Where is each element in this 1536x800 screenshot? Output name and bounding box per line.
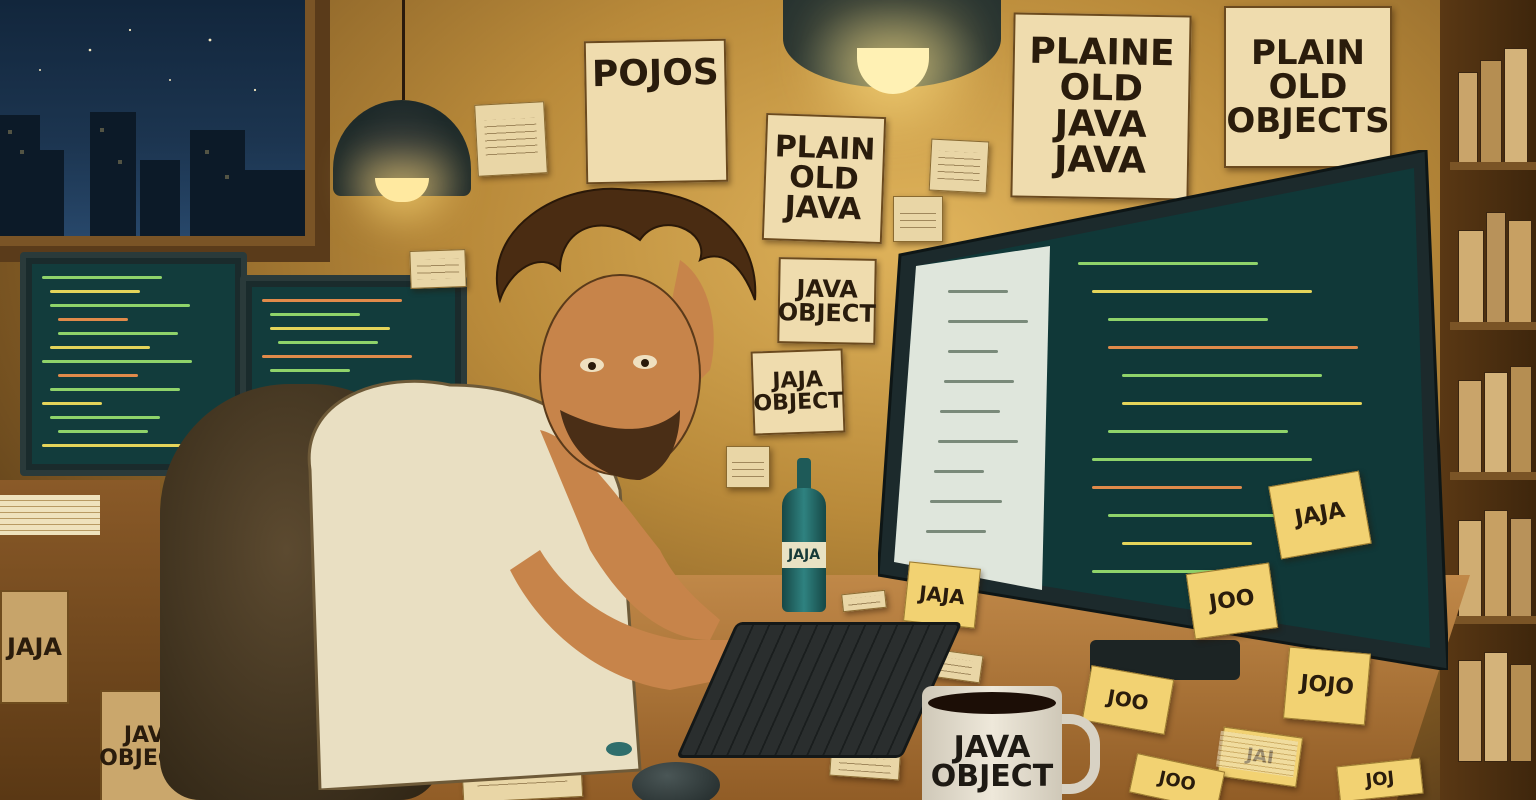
illustration-scene: JAJA JAVA OBJECTS POJOS PLAINE OLD JAVA … [0,0,1536,800]
cardboard-box-top: JAJA [0,590,69,704]
lamp-bulb-center [857,48,929,94]
bottle-cap [606,742,632,756]
wall-note-blank-1 [474,101,548,177]
coffee-mug: JAVA OBJECT [922,686,1100,800]
box-label-top: JAJA [6,633,62,661]
hanging-lamp-center [783,0,1001,94]
bookshelf [1440,0,1536,800]
sticky-note-jaja-desk: JAJA [903,561,981,629]
poster-plain-old-objects: PLAIN OLD OBJECTS [1224,6,1392,168]
mouse [632,762,720,800]
paper-stack [0,495,100,535]
sticky-note-joj-bottom: JOJ [1336,757,1424,800]
mug-text: JAVA OBJECT [930,730,1054,794]
sticky-note-joo-monitor: JOO [1185,562,1279,640]
mug-body: JAVA OBJECT [922,686,1062,800]
sticky-note-jojo: JOJO [1283,646,1371,726]
poster-pojos: POJOS [583,38,729,185]
mug-coffee [928,692,1056,714]
lamp-cord-left [402,0,405,100]
sticky-note-jaja-monitor: JAJA [1268,470,1372,560]
